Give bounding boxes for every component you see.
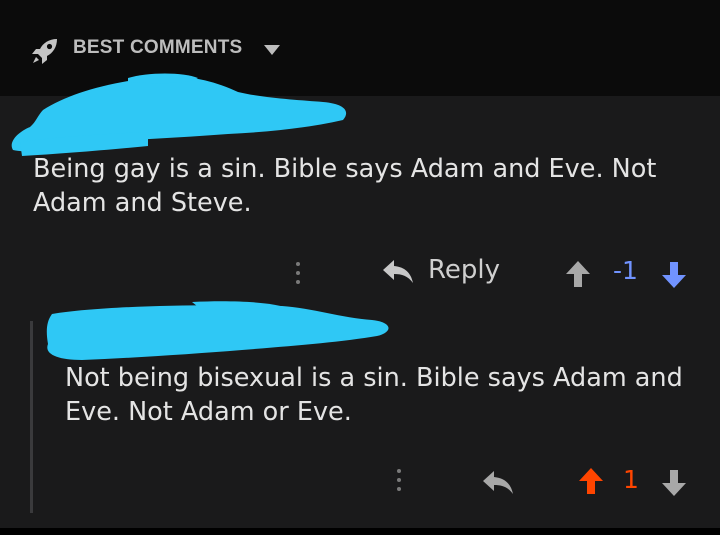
redacted-username-1 — [11, 73, 347, 156]
comment-score-1: -1 — [613, 256, 638, 285]
comment-body-1: Being gay is a sin. Bible says Adam and … — [33, 154, 657, 218]
downvote-icon[interactable] — [661, 469, 687, 497]
redacted-username-2 — [46, 301, 389, 360]
upvote-icon[interactable] — [565, 260, 591, 288]
sort-dropdown-label[interactable]: BEST COMMENTS — [73, 37, 242, 59]
reply-icon[interactable] — [381, 258, 415, 286]
rocket-icon — [32, 39, 57, 64]
upvote-icon[interactable] — [578, 467, 604, 495]
reply-button[interactable]: Reply — [428, 255, 500, 285]
bottom-divider — [0, 528, 720, 535]
more-options-icon[interactable] — [294, 262, 302, 288]
caret-down-icon[interactable] — [263, 44, 281, 56]
more-options-icon[interactable] — [395, 469, 403, 495]
downvote-icon[interactable] — [661, 261, 687, 289]
comment-body-2: Not being bisexual is a sin. Bible says … — [65, 363, 683, 427]
thread-line[interactable] — [30, 321, 33, 513]
reply-icon[interactable] — [481, 469, 515, 497]
comment-score-2: 1 — [623, 465, 639, 494]
